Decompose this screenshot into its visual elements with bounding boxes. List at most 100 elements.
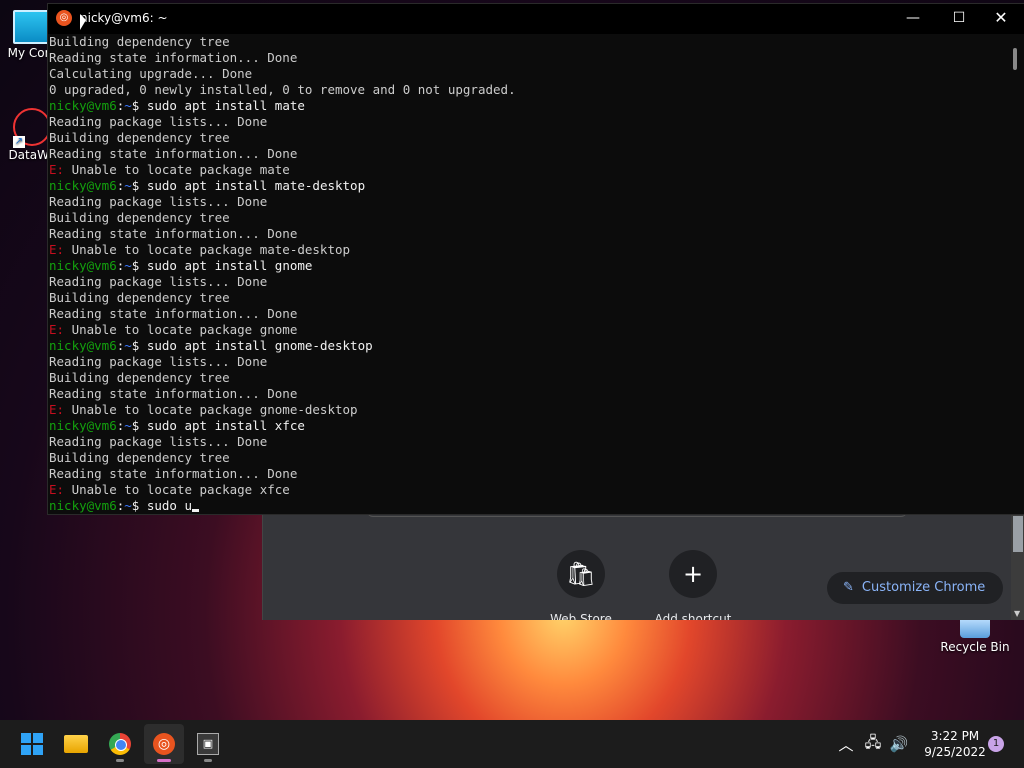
- running-indicator: [204, 759, 212, 762]
- output-text: Reading state information... Done: [49, 226, 298, 241]
- output-text: Reading package lists... Done: [49, 194, 268, 209]
- output-text: Building dependency tree: [49, 130, 230, 145]
- prompt-path: ~: [124, 498, 132, 513]
- folder-icon: [64, 735, 88, 753]
- prompt-dollar: $: [131, 178, 147, 193]
- ubuntu-icon: ◎: [56, 10, 72, 26]
- plus-icon: +: [669, 550, 717, 598]
- tray-show-hidden-icons[interactable]: ︿: [836, 720, 856, 768]
- output-text: Building dependency tree: [49, 34, 230, 49]
- pencil-icon: ✎: [843, 580, 854, 595]
- terminal-line: Reading state information... Done: [49, 306, 999, 322]
- terminal-line: nicky@vm6:~$ sudo apt install mate: [49, 98, 999, 114]
- window-title: nicky@vm6: ~: [80, 11, 168, 25]
- terminal-line: Reading state information... Done: [49, 466, 999, 482]
- terminal-line: Reading package lists... Done: [49, 434, 999, 450]
- shortcut-arrow-icon: ↗: [13, 136, 25, 148]
- output-text: Reading package lists... Done: [49, 354, 268, 369]
- ubuntu-icon: ◎: [153, 733, 175, 755]
- error-prefix: E:: [49, 162, 65, 177]
- prompt-path: ~: [124, 98, 132, 113]
- system-clock[interactable]: 3:22 PM 9/25/2022: [912, 728, 998, 760]
- recycle-bin-icon: [960, 618, 990, 638]
- minimize-button[interactable]: —: [890, 4, 936, 34]
- current-input: sudo u: [146, 498, 193, 513]
- terminal-line: Building dependency tree: [49, 210, 999, 226]
- terminal-line: Building dependency tree: [49, 370, 999, 386]
- output-text: Reading state information... Done: [49, 386, 298, 401]
- terminal-line: Reading package lists... Done: [49, 114, 999, 130]
- output-text: 0 upgraded, 0 newly installed, 0 to remo…: [49, 82, 516, 97]
- terminal-output[interactable]: Building dependency tree Reading state in…: [49, 34, 999, 514]
- output-text: Building dependency tree: [49, 210, 230, 225]
- command-text: sudo apt install mate: [146, 98, 305, 113]
- taskbar-ubuntu[interactable]: ◎: [144, 724, 184, 764]
- close-button[interactable]: ✕: [978, 4, 1024, 34]
- output-text: Calculating upgrade... Done: [49, 66, 253, 81]
- scroll-down-icon[interactable]: ▼: [1014, 609, 1020, 618]
- active-indicator: [157, 759, 171, 762]
- error-text: Unable to locate package gnome: [64, 322, 298, 337]
- network-icon[interactable]: 🖧: [862, 720, 884, 768]
- output-text: Reading state information... Done: [49, 146, 298, 161]
- terminal-line: nicky@vm6:~$ sudo apt install xfce: [49, 418, 999, 434]
- error-text: Unable to locate package gnome-desktop: [64, 402, 358, 417]
- scrollbar-thumb[interactable]: [1013, 516, 1023, 552]
- volume-icon[interactable]: 🔊: [888, 720, 910, 768]
- computer-icon: [13, 10, 51, 44]
- terminal-scrollbar[interactable]: [1006, 34, 1024, 514]
- terminal-line: Calculating upgrade... Done: [49, 66, 999, 82]
- desktop-icon-recycle-bin[interactable]: Recycle Bin: [938, 618, 1012, 654]
- error-text: Unable to locate package mate: [64, 162, 290, 177]
- prompt-user: nicky@vm6: [49, 418, 117, 433]
- error-prefix: E:: [49, 242, 65, 257]
- terminal-window[interactable]: ◎ nicky@vm6: ~ — ☐ ✕ Building dependency…: [48, 4, 1024, 514]
- notification-badge[interactable]: 1: [988, 736, 1004, 752]
- output-text: Reading state information... Done: [49, 50, 298, 65]
- terminal-line: Building dependency tree: [49, 290, 999, 306]
- running-indicator: [116, 759, 124, 762]
- error-text: Unable to locate package mate-desktop: [64, 242, 351, 257]
- error-prefix: E:: [49, 322, 65, 337]
- shortcut-label: Add shortcut: [654, 612, 732, 620]
- shortcut-web-store[interactable]: 🛍 Web Store: [550, 550, 612, 620]
- command-text: sudo apt install xfce: [146, 418, 305, 433]
- terminal-line: E: Unable to locate package gnome-deskto…: [49, 402, 999, 418]
- terminal-input-line[interactable]: nicky@vm6:~$ sudo u: [49, 498, 999, 514]
- output-text: Reading package lists... Done: [49, 114, 268, 129]
- taskbar-chrome[interactable]: [100, 724, 140, 764]
- prompt-dollar: $: [131, 258, 147, 273]
- terminal-line: E: Unable to locate package mate: [49, 162, 999, 178]
- desktop-icon-label: Recycle Bin: [940, 640, 1010, 654]
- customize-chrome-button[interactable]: ✎ Customize Chrome: [827, 572, 1004, 604]
- prompt-dollar: $: [131, 418, 147, 433]
- prompt-path: ~: [124, 258, 132, 273]
- terminal-titlebar[interactable]: ◎ nicky@vm6: ~ — ☐ ✕: [48, 4, 1024, 34]
- prompt-user: nicky@vm6: [49, 338, 117, 353]
- taskbar-app[interactable]: ▣: [188, 724, 228, 764]
- start-button[interactable]: [12, 724, 52, 764]
- shortcut-label: Web Store: [550, 612, 612, 620]
- chrome-window: 🛍 Web Store + Add shortcut ✎ Customize Ch…: [262, 500, 1024, 620]
- terminal-line: nicky@vm6:~$ sudo apt install mate-deskt…: [49, 178, 999, 194]
- maximize-button[interactable]: ☐: [936, 4, 982, 34]
- chrome-icon: [109, 733, 131, 755]
- taskbar-file-explorer[interactable]: [56, 724, 96, 764]
- chrome-scrollbar[interactable]: ▼: [1011, 512, 1024, 620]
- shortcut-add[interactable]: + Add shortcut: [655, 550, 731, 620]
- text-cursor: [192, 509, 200, 512]
- output-text: Building dependency tree: [49, 450, 230, 465]
- prompt-path: ~: [124, 418, 132, 433]
- terminal-line: Reading state information... Done: [49, 50, 999, 66]
- windows-start-icon: [21, 733, 43, 755]
- terminal-line: Building dependency tree: [49, 34, 999, 50]
- command-text: sudo apt install gnome-desktop: [146, 338, 373, 353]
- terminal-line: Reading state information... Done: [49, 226, 999, 242]
- customize-chrome-label: Customize Chrome: [861, 580, 986, 595]
- scrollbar-thumb[interactable]: [1013, 48, 1017, 70]
- app-window-icon: ▣: [197, 733, 219, 755]
- terminal-line: E: Unable to locate package gnome: [49, 322, 999, 338]
- error-prefix: E:: [49, 402, 65, 417]
- command-text: sudo apt install gnome: [146, 258, 313, 273]
- output-text: Reading package lists... Done: [49, 434, 268, 449]
